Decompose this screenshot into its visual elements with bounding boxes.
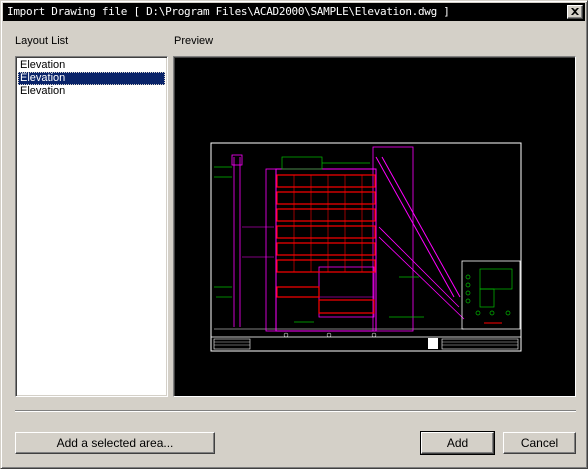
layout-list-item[interactable]: Elevation — [18, 85, 165, 98]
drawing-preview — [173, 56, 576, 397]
cancel-button[interactable]: Cancel — [503, 432, 576, 454]
layout-list-item[interactable]: Elevation — [18, 59, 165, 72]
add-button[interactable]: Add — [420, 431, 495, 455]
title-bar[interactable]: Import Drawing file [ D:\Program Files\A… — [3, 3, 585, 21]
import-drawing-dialog: Import Drawing file [ D:\Program Files\A… — [0, 0, 588, 469]
layout-list-item-selected[interactable]: Elevation — [18, 72, 165, 85]
close-icon — [571, 8, 579, 15]
close-button[interactable] — [567, 5, 583, 19]
window-title: Import Drawing file [ D:\Program Files\A… — [7, 5, 450, 18]
preview-label: Preview — [174, 35, 214, 47]
elevation-drawing-preview — [210, 142, 522, 352]
separator — [15, 410, 576, 412]
layout-list-label: Layout List — [15, 35, 69, 47]
add-selected-area-button[interactable]: Add a selected area... — [15, 432, 215, 454]
layout-listbox[interactable]: Elevation Elevation Elevation — [15, 56, 168, 397]
